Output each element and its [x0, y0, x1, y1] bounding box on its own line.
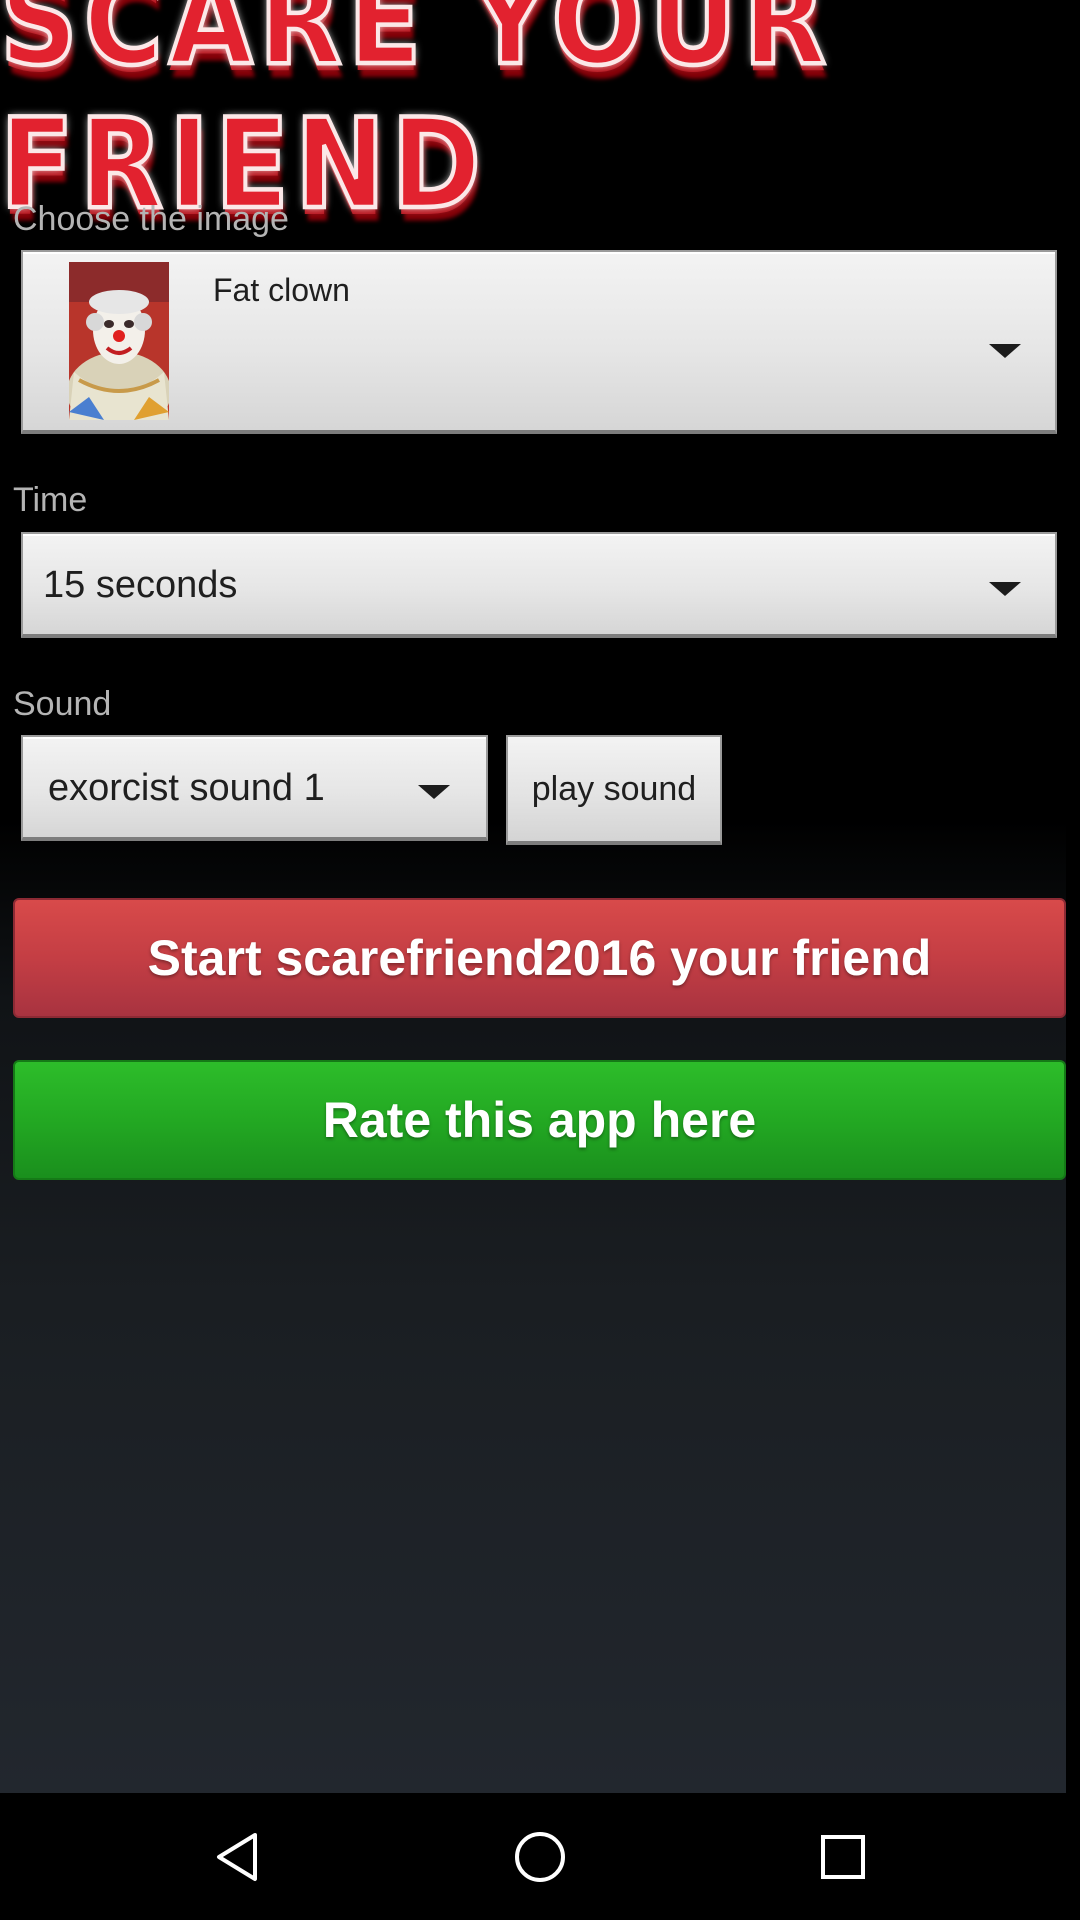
play-sound-button[interactable]: play sound	[506, 735, 722, 845]
sound-spinner[interactable]: exorcist sound 1	[21, 735, 488, 841]
back-button[interactable]	[177, 1793, 297, 1920]
image-selected-value: Fat clown	[213, 272, 350, 308]
chevron-down-icon	[989, 582, 1021, 596]
clown-thumbnail	[69, 262, 169, 420]
screen-edge	[1066, 0, 1080, 1793]
time-section-label: Time	[13, 481, 88, 519]
clown-portrait-icon	[69, 262, 169, 420]
image-section-label: Choose the image	[13, 200, 289, 238]
recents-icon	[821, 1834, 865, 1879]
home-icon	[515, 1831, 565, 1882]
recents-button[interactable]	[783, 1793, 903, 1920]
app-logo: SCARE YOUR FRIEND	[0, 0, 1080, 239]
time-selected-value: 15 seconds	[43, 564, 238, 606]
start-scare-button[interactable]: Start scarefriend2016 your friend	[13, 898, 1066, 1018]
chevron-down-icon	[989, 344, 1021, 358]
sound-section-label: Sound	[13, 685, 112, 723]
sound-selected-value: exorcist sound 1	[48, 767, 325, 809]
home-button[interactable]	[480, 1793, 600, 1920]
image-spinner[interactable]: Fat clown	[21, 250, 1057, 434]
chevron-down-icon	[418, 785, 450, 799]
system-nav-bar	[0, 1793, 1080, 1920]
time-spinner[interactable]: 15 seconds	[21, 532, 1057, 638]
rate-app-button[interactable]: Rate this app here	[13, 1060, 1066, 1180]
back-icon	[217, 1832, 257, 1881]
